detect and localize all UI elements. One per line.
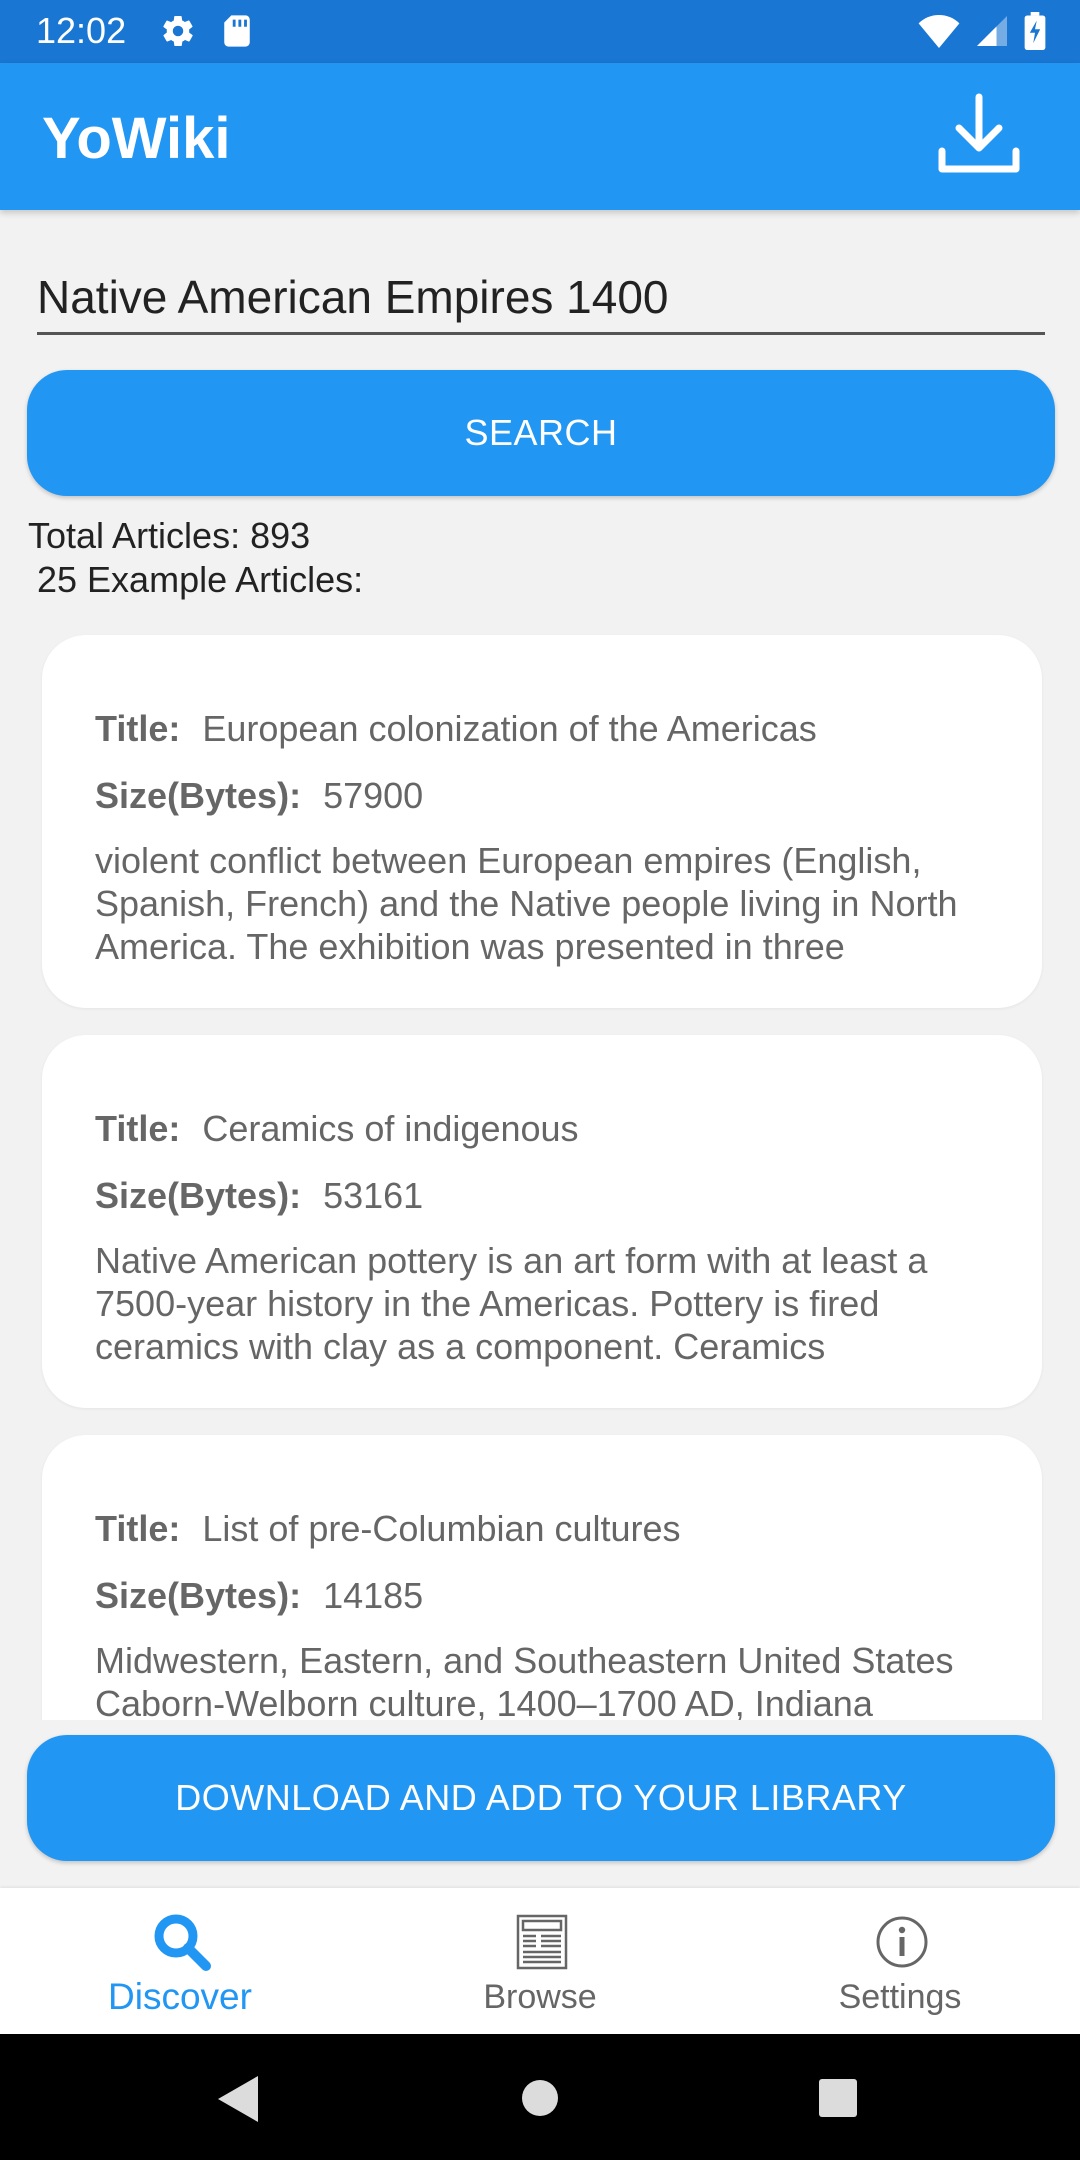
app-title: YoWiki	[42, 106, 231, 171]
article-size: 14185	[323, 1575, 424, 1616]
title-label: Title:	[95, 1508, 181, 1549]
size-label: Size(Bytes):	[95, 1175, 302, 1216]
article-size-row: Size(Bytes): 57900	[95, 775, 423, 817]
download-icon[interactable]	[934, 89, 1024, 179]
article-snippet: violent conflict between European empire…	[95, 840, 958, 967]
info-icon	[876, 1916, 928, 1968]
example-articles-text: 25 Example Articles:	[37, 559, 364, 600]
article-card[interactable]: Title: Ceramics of indigenous Size(Bytes)…	[42, 1035, 1042, 1408]
back-icon[interactable]	[214, 2074, 260, 2124]
total-articles-text: Total Articles: 893	[28, 515, 311, 556]
search-icon	[154, 1914, 211, 1971]
article-title-row: Title: Ceramics of indigenous	[95, 1108, 579, 1150]
system-nav-bar	[0, 2034, 1080, 2160]
size-label: Size(Bytes):	[95, 775, 302, 816]
title-label: Title:	[95, 1108, 181, 1149]
article-title-row: Title: List of pre-Columbian cultures	[95, 1508, 681, 1550]
signal-icon	[977, 16, 1007, 46]
nav-settings[interactable]: Settings	[720, 1888, 1080, 2034]
article-card[interactable]: Title: European colonization of the Ameri…	[42, 635, 1042, 1008]
title-label: Title:	[95, 708, 181, 749]
article-size: 57900	[323, 775, 424, 816]
bottom-nav: Discover Browse Settings	[0, 1888, 1080, 2034]
article-card[interactable]: Title: List of pre-Columbian cultures Siz…	[42, 1435, 1042, 1720]
wifi-icon	[918, 15, 960, 48]
status-bar: 12:02	[0, 0, 1080, 63]
search-button[interactable]: SEARCH	[27, 370, 1055, 496]
article-snippet: Midwestern, Eastern, and Southeastern Un…	[95, 1640, 954, 1720]
article-title: List of pre-Columbian cultures	[202, 1508, 681, 1549]
article-snippet: Native American pottery is an art form w…	[95, 1240, 928, 1367]
article-size-row: Size(Bytes): 14185	[95, 1575, 423, 1617]
download-add-library-button[interactable]: DOWNLOAD AND ADD TO YOUR LIBRARY	[27, 1735, 1055, 1861]
article-title: Ceramics of indigenous	[202, 1108, 579, 1149]
article-size: 53161	[323, 1175, 424, 1216]
size-label: Size(Bytes):	[95, 1575, 302, 1616]
battery-icon	[1024, 12, 1046, 50]
newspaper-icon	[516, 1914, 568, 1970]
nav-browse[interactable]: Browse	[360, 1888, 720, 2034]
nav-settings-label: Settings	[838, 1978, 962, 2016]
nav-browse-label: Browse	[483, 1978, 597, 2016]
sd-card-icon	[224, 15, 250, 47]
recents-icon[interactable]	[818, 2078, 858, 2118]
app-bar: YoWiki	[0, 63, 1080, 210]
gear-icon	[163, 15, 193, 47]
home-icon[interactable]	[520, 2078, 560, 2118]
article-size-row: Size(Bytes): 53161	[95, 1175, 423, 1217]
article-title: European colonization of the Americas	[202, 708, 817, 749]
nav-discover-label: Discover	[108, 1976, 252, 2017]
nav-discover[interactable]: Discover	[0, 1888, 360, 2034]
results-list[interactable]: Title: European colonization of the Ameri…	[0, 620, 1080, 1720]
search-input[interactable]	[37, 262, 1045, 335]
status-time: 12:02	[36, 10, 127, 51]
article-title-row: Title: European colonization of the Ameri…	[95, 708, 817, 750]
